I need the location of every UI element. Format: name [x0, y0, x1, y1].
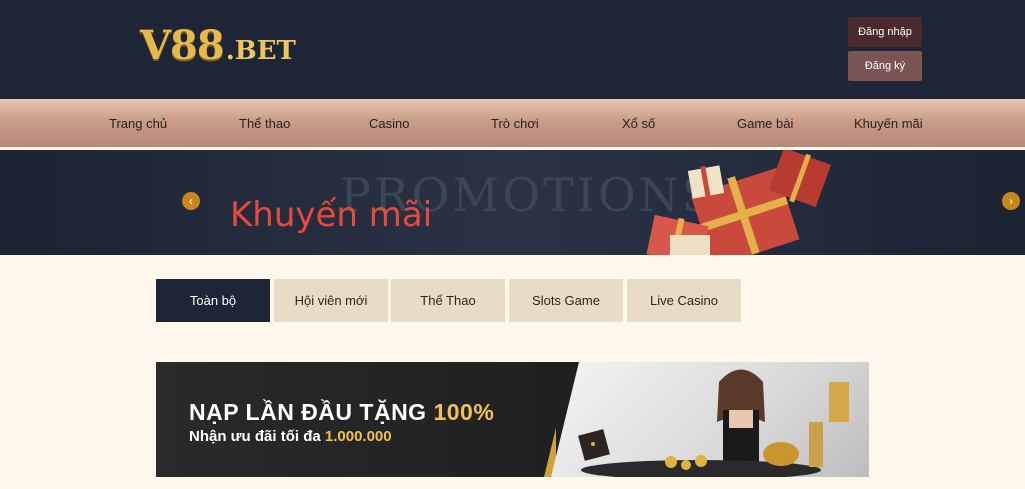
nav-item-lottery[interactable]: Xổ số — [622, 99, 655, 147]
nav-item-casino[interactable]: Casino — [369, 99, 409, 147]
main-nav: Trang chủ Thể thao Casino Trò chơi Xổ số… — [0, 99, 1025, 147]
site-header: V88 .BET Đăng nhập Đăng ký — [0, 0, 1025, 99]
promotion-card-image — [551, 362, 869, 477]
chevron-left-icon[interactable]: ‹ — [182, 192, 200, 210]
promotion-headline: NẠP LẦN ĐẦU TẶNG 100% — [189, 399, 494, 426]
banner-title: Khuyến mãi — [230, 195, 433, 235]
gift-boxes-illustration — [646, 150, 832, 255]
chevron-right-icon[interactable]: › — [1002, 192, 1020, 210]
site-logo[interactable]: V88 .BET — [140, 22, 296, 74]
logo-suffix: .BET — [225, 36, 296, 66]
promotions-banner: PROMOTIONS Khuyến mãi ‹ › — [0, 150, 1025, 255]
promotion-subtitle-highlight: 1.000.000 — [324, 428, 392, 445]
nav-item-promotions[interactable]: Khuyến mãi — [854, 99, 923, 147]
login-button[interactable]: Đăng nhập — [848, 17, 922, 47]
tab-sports[interactable]: Thể Thao — [391, 279, 505, 322]
nav-item-card-games[interactable]: Game bài — [737, 99, 793, 147]
nav-item-home[interactable]: Trang chủ — [109, 99, 167, 147]
promotion-card[interactable]: NẠP LẦN ĐẦU TẶNG 100% Nhận ưu đãi tối đa… — [156, 362, 869, 477]
tab-new-members[interactable]: Hội viên mới — [274, 279, 388, 322]
promotion-headline-highlight: 100% — [433, 399, 495, 425]
promotion-subtitle: Nhận ưu đãi tối đa 1.000.000 — [189, 428, 392, 445]
tab-slots-game[interactable]: Slots Game — [509, 279, 623, 322]
register-button[interactable]: Đăng ký — [848, 51, 922, 81]
tab-live-casino[interactable]: Live Casino — [627, 279, 741, 322]
casino-illustration — [578, 369, 849, 477]
promotion-headline-main: NẠP LẦN ĐẦU TẶNG — [189, 399, 434, 425]
promotion-subtitle-main: Nhận ưu đãi tối đa — [189, 428, 325, 445]
nav-item-games[interactable]: Trò chơi — [491, 99, 539, 147]
nav-item-sports[interactable]: Thể thao — [239, 99, 290, 147]
logo-text: V88 — [140, 22, 225, 69]
tab-all[interactable]: Toàn bộ — [156, 279, 270, 322]
